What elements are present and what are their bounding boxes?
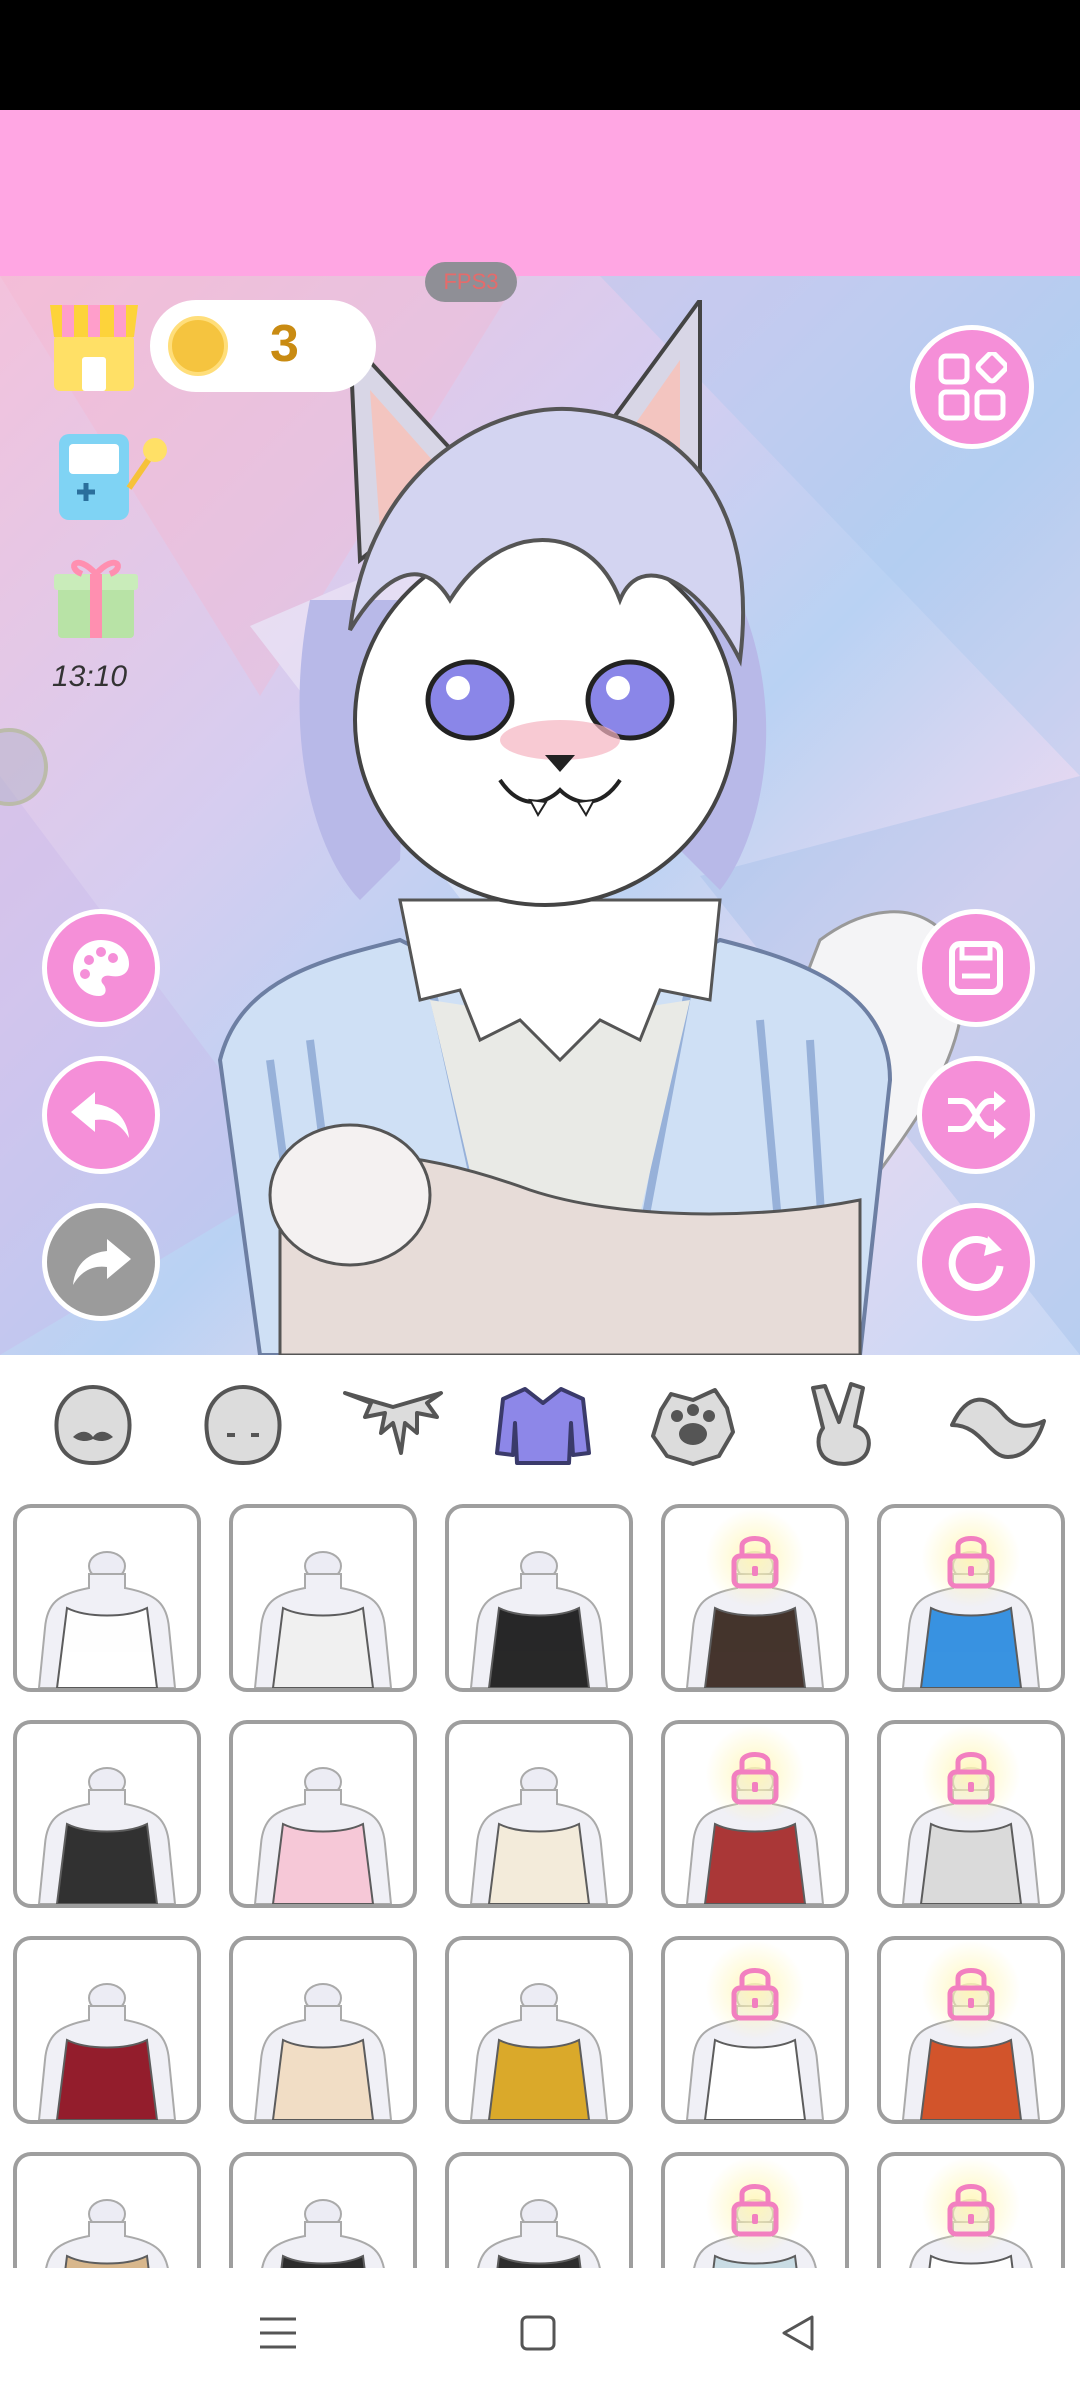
lock-icon [731,1752,779,1805]
lock-icon [947,1536,995,1589]
clothing-item-black-crop-top[interactable] [13,1720,201,1908]
coin-balance[interactable]: 3 [150,300,376,392]
character-avatar [217,300,965,1355]
recents-button[interactable] [248,2308,308,2358]
coin-icon [168,316,228,376]
torso-preview [469,1767,609,1904]
home-square-icon [520,2315,556,2351]
torso-preview [37,1551,177,1688]
lock-icon [947,2184,995,2237]
face-mustache-icon [54,1384,131,1466]
torso-preview [469,1983,609,2120]
lock-icon [731,1536,779,1589]
redo-button[interactable] [42,1203,160,1321]
clothing-grid [0,1490,1080,2268]
paw-badge-icon [650,1388,735,1466]
back-triangle-icon [782,2315,814,2351]
gift-box-icon [54,559,138,638]
fps-counter: FPS3 [425,262,517,302]
torso-preview [261,2199,385,2268]
home-button[interactable] [508,2308,568,2358]
gift-button[interactable] [52,548,140,640]
clothing-item-white-basic[interactable] [877,2152,1065,2268]
accessory-tab[interactable] [640,1375,745,1475]
back-button[interactable] [768,2308,828,2358]
undo-button[interactable] [42,1056,160,1174]
torso-preview [253,1767,393,1904]
lock-icon [731,1968,779,2021]
fur-tuft-icon [342,1391,443,1455]
torso-preview [45,2199,169,2268]
head-icon [204,1384,281,1466]
clothing-item-sling-bag-outfit[interactable] [229,1504,417,1692]
save-button[interactable] [917,909,1035,1027]
clothing-item-cream-wrap-top[interactable] [445,1720,633,1908]
torso-preview [37,1983,177,2120]
undo-arrow-icon [71,1092,129,1138]
peace-hand-icon [810,1382,871,1466]
clothing-item-denim-outfit[interactable] [661,2152,849,2268]
clothing-item-pink-crop-top[interactable] [229,1720,417,1908]
clothing-item-red-scarf[interactable] [13,1936,201,2124]
category-tab-bar [0,1355,1080,1492]
pose-tab[interactable] [790,1375,895,1475]
lock-icon [947,1968,995,2021]
tail-tab[interactable] [945,1375,1050,1475]
status-bar [0,0,1080,110]
menu-lines-icon [260,2317,296,2349]
clothing-item-white-jacket-paw-shirt[interactable] [13,1504,201,1692]
clothing-item-black-vest[interactable] [229,2152,417,2268]
ad-banner[interactable] [0,110,1080,276]
shuffle-icon [948,1091,1006,1139]
randomize-button[interactable] [917,1056,1035,1174]
clothing-item-orange-vest[interactable] [877,1936,1065,2124]
torso-preview [469,1551,609,1688]
torso-preview [253,1551,393,1688]
shop-button[interactable] [48,295,140,395]
menu-button[interactable] [910,325,1034,449]
torso-preview [253,1983,393,2120]
grid-menu-icon [938,352,1007,421]
handheld-console-icon [59,434,167,520]
clothing-item-red-qipao-top[interactable] [661,1720,849,1908]
clothing-item-black-tank[interactable] [445,2152,633,2268]
reset-icon [948,1235,1004,1291]
torso-preview [477,2199,601,2268]
clothing-item-tan-coat[interactable] [13,2152,201,2268]
gift-timer: 13:10 [52,660,128,693]
torso-preview [37,1767,177,1904]
clothing-item-fur-collar[interactable] [229,1936,417,2124]
clothing-item-black-tshirt-panda[interactable] [445,1504,633,1692]
head-tab[interactable] [190,1375,295,1475]
coin-count: 3 [270,315,299,373]
clothing-item-silver-necklace[interactable] [661,1936,849,2124]
clothing-tab[interactable] [490,1375,595,1475]
palette-icon [73,940,129,996]
palette-button[interactable] [42,909,160,1027]
clothing-item-gray-vest-jeans[interactable] [877,1720,1065,1908]
face-tab[interactable] [40,1375,145,1475]
minigame-button[interactable] [55,428,170,523]
shop-icon [50,305,138,391]
sweater-icon [494,1387,591,1465]
redo-arrow-icon [73,1239,131,1285]
save-icon [949,941,1003,995]
lock-icon [947,1752,995,1805]
clothing-item-blue-hoodie[interactable] [877,1504,1065,1692]
tail-icon [949,1397,1046,1459]
fur-tab[interactable] [340,1375,445,1475]
clothing-item-golden-collar[interactable] [445,1936,633,2124]
system-nav-bar [0,2268,1080,2400]
lock-icon [731,2184,779,2237]
reset-button[interactable] [917,1203,1035,1321]
clothing-item-kimono-vest[interactable] [661,1504,849,1692]
